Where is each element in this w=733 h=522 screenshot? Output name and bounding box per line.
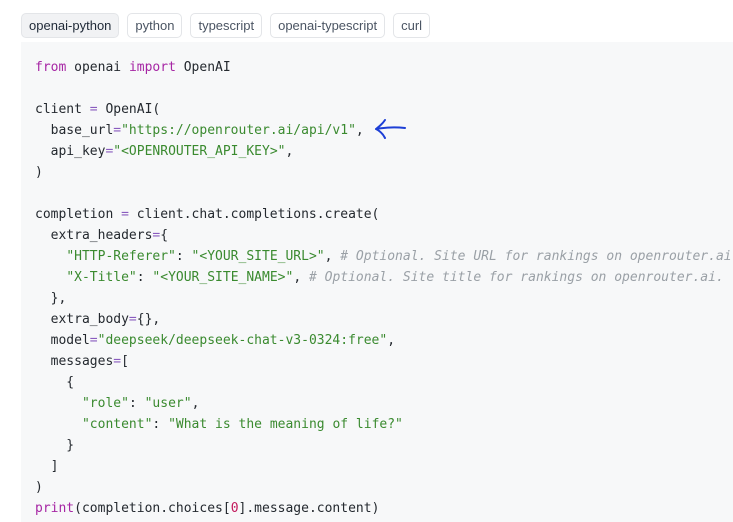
code-line-model: model="deepseek/deepseek-chat-v3-0324:fr…: [35, 333, 396, 348]
code-line-content: "content": "What is the meaning of life?…: [81, 417, 403, 432]
code-line-extra-body: extra_body={},: [35, 312, 161, 327]
language-tabs: openai-python python typescript openai-t…: [21, 13, 431, 38]
code-line-messages-close: ]: [35, 459, 59, 474]
code-block[interactable]: from openai import OpenAI client = OpenAI…: [21, 42, 733, 522]
code-line-close-client: ): [35, 165, 43, 180]
code-line-print: print(completion.choices[0].message.cont…: [35, 501, 380, 516]
code-line-referer: "HTTP-Referer": "<YOUR_SITE_URL>", # Opt…: [66, 249, 733, 264]
code-line-messages: messages=[: [35, 354, 129, 369]
tab-openai-typescript[interactable]: openai-typescript: [270, 13, 386, 38]
code-line-title: "X-Title": "<YOUR_SITE_NAME>", # Optiona…: [66, 270, 724, 285]
tab-typescript[interactable]: typescript: [190, 13, 263, 38]
tab-curl[interactable]: curl: [393, 13, 431, 38]
tab-openai-python[interactable]: openai-python: [21, 13, 120, 38]
code-line-client: client = OpenAI(: [35, 102, 161, 117]
code-line-import: from openai import OpenAI: [35, 60, 231, 75]
code-line-close-headers: },: [35, 291, 67, 306]
code-line-close-completion: ): [35, 480, 43, 495]
code-line-role: "role": "user",: [81, 396, 200, 411]
code-line-msg-open: {: [35, 375, 75, 390]
code-line-extra-headers: extra_headers={: [35, 228, 169, 243]
code-line-api-key: api_key="<OPENROUTER_API_KEY>",: [35, 144, 294, 159]
code-line-completion: completion = client.chat.completions.cre…: [35, 207, 380, 222]
annotation-arrow-icon: [375, 119, 406, 139]
tab-python[interactable]: python: [127, 13, 183, 38]
code-line-msg-close: }: [35, 438, 75, 453]
